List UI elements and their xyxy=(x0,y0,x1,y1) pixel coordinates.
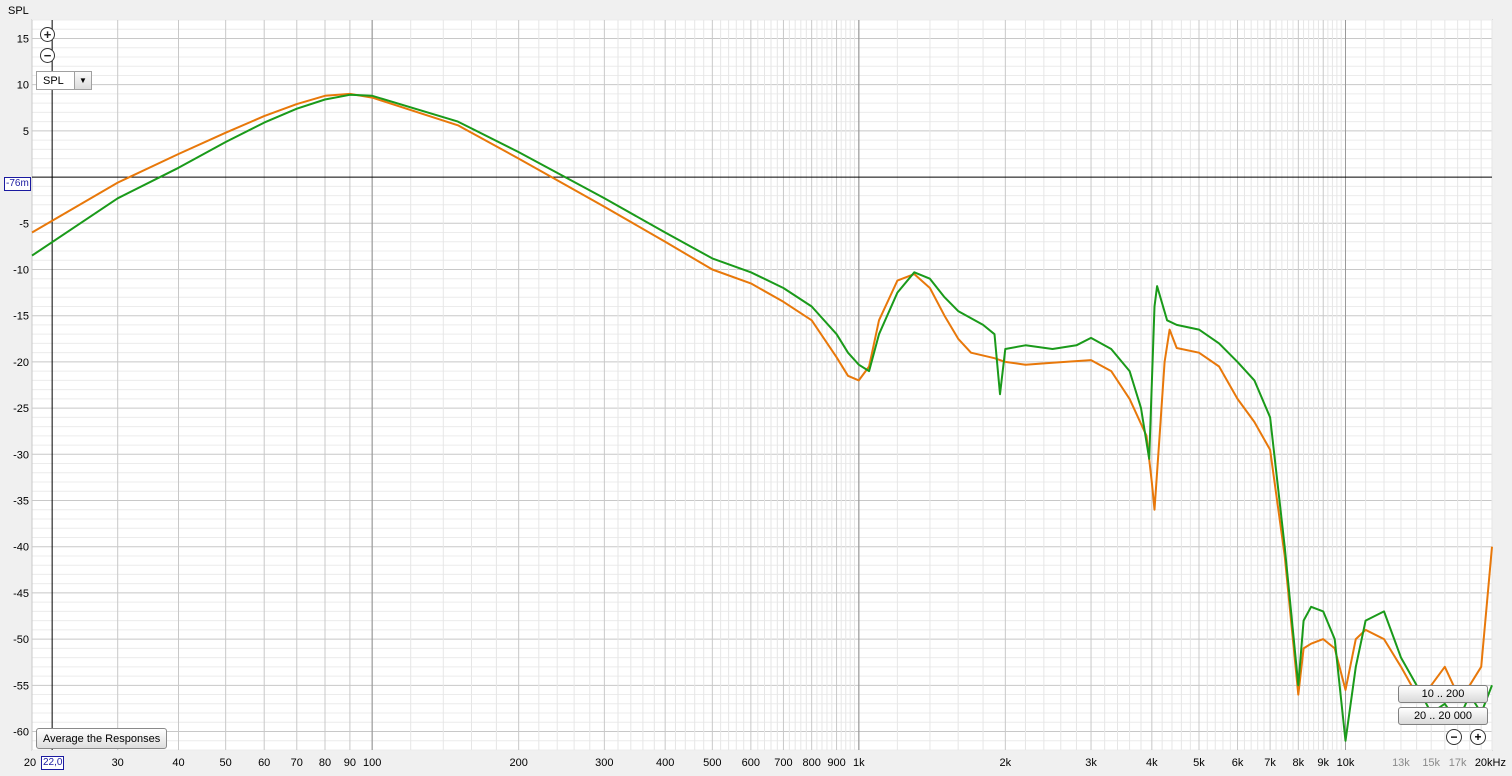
range-button-10-200[interactable]: 10 .. 200 xyxy=(1398,685,1488,703)
y-tick-label: -45 xyxy=(13,588,29,600)
x-tick-label: 70 xyxy=(291,757,303,769)
x-cursor-marker: 22,0 xyxy=(41,756,65,770)
y-tick-label: -10 xyxy=(13,264,29,276)
y-tick-label: -30 xyxy=(13,449,29,461)
x-tick-label: 400 xyxy=(656,757,674,769)
select-value: SPL xyxy=(43,74,64,87)
horizontal-zoom-in-icon[interactable]: + xyxy=(1470,729,1486,745)
x-tick-label: 13k xyxy=(1392,757,1410,769)
y-tick-label: -35 xyxy=(13,496,29,508)
x-tick-label: 1k xyxy=(853,757,865,769)
y-tick-label: -50 xyxy=(13,634,29,646)
y-tick-label: 15 xyxy=(17,33,29,45)
zoom-in-glyph: + xyxy=(43,27,52,42)
x-tick-label: 15k xyxy=(1422,757,1440,769)
y-tick-label: -55 xyxy=(13,680,29,692)
y-cursor-marker: -76m xyxy=(4,177,31,191)
x-tick-label: 4k xyxy=(1146,757,1158,769)
zoom-in-icon[interactable]: + xyxy=(40,27,55,42)
x-tick-label: 80 xyxy=(319,757,331,769)
y-tick-label: -40 xyxy=(13,542,29,554)
y-tick-label: -5 xyxy=(19,218,29,230)
frequency-response-chart: 15 10 5 -5 -10 -15 -20 -25 -30 -35 -40 -45 -50 -55 -60… xyxy=(13,19,1506,769)
hzoom-in-glyph: + xyxy=(1474,730,1482,744)
zoom-out-icon[interactable]: − xyxy=(40,48,55,63)
x-tick-label: 20 xyxy=(24,757,36,769)
x-tick-label: 5k xyxy=(1193,757,1205,769)
x-tick-label: 800 xyxy=(802,757,820,769)
x-tick-label: 7k xyxy=(1264,757,1276,769)
hzoom-out-glyph: − xyxy=(1450,730,1458,744)
y-tick-label: -60 xyxy=(13,727,29,739)
range-button-20-20000[interactable]: 20 .. 20 000 xyxy=(1398,707,1488,725)
x-tick-label: 17k xyxy=(1449,757,1467,769)
y-tick-label: -25 xyxy=(13,403,29,415)
y-tick-label: 5 xyxy=(23,126,29,138)
x-tick-label: 20kHz xyxy=(1475,757,1506,769)
zoom-out-glyph: − xyxy=(43,48,52,63)
x-tick-label: 8k xyxy=(1293,757,1305,769)
average-responses-button[interactable]: Average the Responses xyxy=(36,728,168,749)
x-tick-label: 2k xyxy=(1000,757,1012,769)
x-tick-label: 10k xyxy=(1337,757,1355,769)
x-tick-label: 700 xyxy=(774,757,792,769)
x-tick-label: 6k xyxy=(1232,757,1244,769)
y-tick-label: -20 xyxy=(13,357,29,369)
y-axis-label: SPL xyxy=(8,5,29,17)
x-tick-label: 40 xyxy=(172,757,184,769)
x-tick-label: 90 xyxy=(344,757,356,769)
x-tick-label: 3k xyxy=(1085,757,1097,769)
x-tick-label: 200 xyxy=(509,757,527,769)
x-axis-ticks: 20 30 40 50 60 70 80 90 100 200 300 400 500 600 700 800… xyxy=(24,757,1506,769)
y-axis-ticks: 15 10 5 -5 -10 -15 -20 -25 -30 -35 -40 -45 -50 -55 -60 xyxy=(13,33,29,738)
y-tick-label: 10 xyxy=(17,80,29,92)
x-tick-label: 500 xyxy=(703,757,721,769)
horizontal-zoom-out-icon[interactable]: − xyxy=(1446,729,1462,745)
x-tick-label: 60 xyxy=(258,757,270,769)
measurement-type-select[interactable]: SPL ▼ xyxy=(36,71,92,90)
x-tick-label: 600 xyxy=(742,757,760,769)
x-tick-label: 50 xyxy=(220,757,232,769)
x-tick-label: 100 xyxy=(363,757,381,769)
x-tick-label: 300 xyxy=(595,757,613,769)
x-tick-label: 900 xyxy=(827,757,845,769)
chevron-down-icon: ▼ xyxy=(74,72,91,89)
y-tick-label: -15 xyxy=(13,311,29,323)
x-tick-label: 30 xyxy=(112,757,124,769)
x-tick-label: 9k xyxy=(1317,757,1329,769)
